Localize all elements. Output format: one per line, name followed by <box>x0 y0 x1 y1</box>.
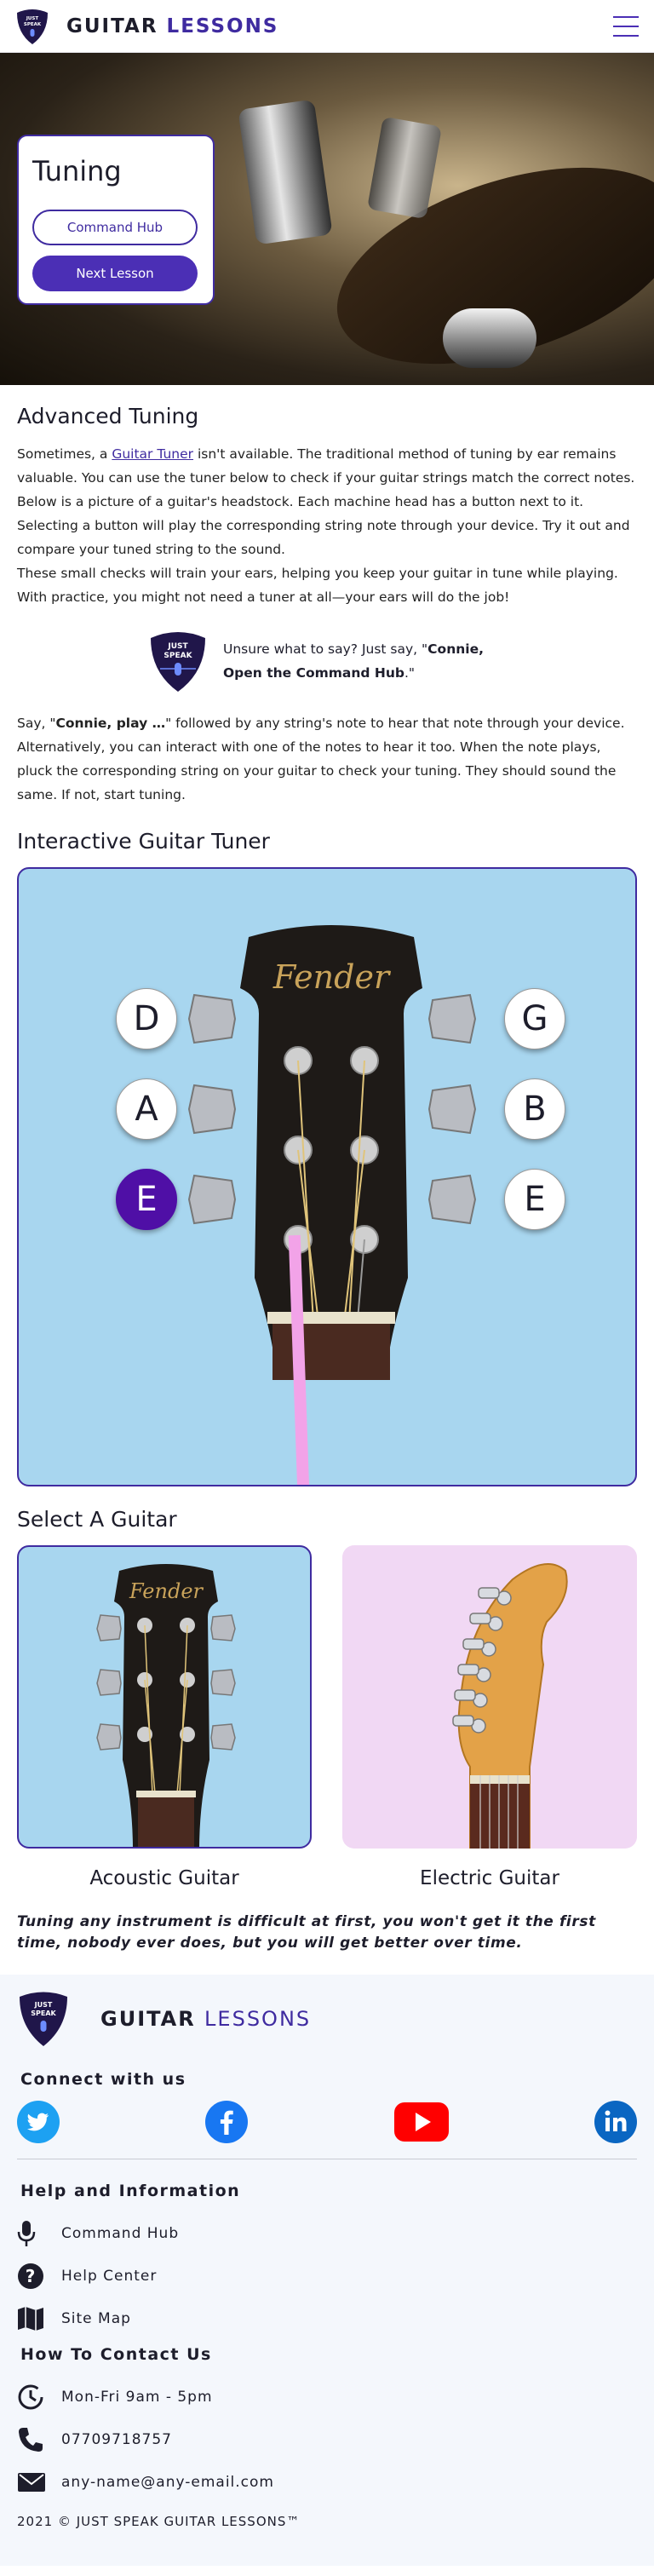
interactive-tuner: Fender D A E G B E <box>17 867 637 1486</box>
svg-text:Fender: Fender <box>129 1579 204 1603</box>
section-heading-advanced-tuning: Advanced Tuning <box>17 404 199 428</box>
voice-tip: JUST SPEAK Unsure what to say? Just say,… <box>148 630 637 693</box>
just-speak-logo-icon: JUST SPEAK <box>20 1992 67 2046</box>
footer-brand-word-1: GUITAR <box>100 2007 196 2031</box>
note-button-high-e[interactable]: E <box>504 1169 565 1230</box>
envelope-icon <box>18 2473 45 2492</box>
electric-guitar-image <box>452 1563 568 1849</box>
footer-brand-name: GUITAR LESSONS <box>100 2007 311 2031</box>
svg-text:JUST: JUST <box>26 16 38 21</box>
microphone-icon <box>17 2221 36 2246</box>
brand-word-1: GUITAR <box>66 14 158 37</box>
just-speak-badge-icon: JUST SPEAK <box>151 632 205 692</box>
say-text-part: Say, " <box>17 716 56 731</box>
intro-text: Sometimes, a <box>17 446 112 462</box>
hero-banner: Tuning Command Hub Next Lesson <box>0 53 654 385</box>
tuning-peg-g-icon <box>427 993 477 1044</box>
connect-heading: Connect with us <box>20 2070 186 2089</box>
page: JUST SPEAK GUITAR LESSONS Tuning Command… <box>0 0 654 2566</box>
svg-text:Fender: Fender <box>272 958 392 996</box>
site-brand[interactable]: GUITAR LESSONS <box>66 15 278 37</box>
tip-text-part: ." <box>404 665 416 681</box>
contact-phone[interactable]: 07709718757 <box>17 2418 637 2461</box>
footer-link-label: Command Hub <box>61 2225 180 2242</box>
next-lesson-button[interactable]: Next Lesson <box>32 256 198 291</box>
acoustic-guitar-image: Fender <box>96 1564 236 1847</box>
tuning-peg-d-icon <box>187 993 237 1044</box>
hero-card: Tuning Command Hub Next Lesson <box>17 135 215 305</box>
tuning-peg-a-icon <box>187 1084 237 1135</box>
main-content: Advanced Tuning Sometimes, a Guitar Tune… <box>0 404 654 1954</box>
intro-paragraph-2: Below is a picture of a guitar's headsto… <box>17 494 630 557</box>
contact-hours: Mon-Fri 9am - 5pm <box>17 2376 637 2418</box>
guitar-selector: Fender Acoustic Guitar Electric Guitar <box>17 1545 637 1889</box>
svg-text:JUST: JUST <box>34 2001 53 2009</box>
section-heading-select-guitar: Select A Guitar <box>17 1507 177 1532</box>
hero-tuning-peg <box>366 116 443 220</box>
motivational-quote: Tuning any instrument is difficult at fi… <box>17 1913 596 1952</box>
voice-tip-text: Unsure what to say? Just say, "Connie, O… <box>223 637 504 685</box>
youtube-icon[interactable] <box>393 2101 449 2143</box>
acoustic-option: Fender Acoustic Guitar <box>17 1545 312 1889</box>
contact-hours-text: Mon-Fri 9am - 5pm <box>61 2389 213 2406</box>
svg-text:JUST: JUST <box>167 642 188 651</box>
just-speak-logo-icon[interactable]: JUST SPEAK <box>15 8 49 45</box>
clock-icon <box>18 2384 43 2410</box>
hero-tuning-peg <box>443 308 536 368</box>
phone-icon <box>19 2428 43 2452</box>
note-button-d[interactable]: D <box>116 988 177 1049</box>
note-button-low-e[interactable]: E <box>116 1169 177 1230</box>
electric-guitar-label: Electric Guitar <box>420 1867 559 1889</box>
site-footer: JUST SPEAK GUITAR LESSONS Connect with u… <box>0 1975 654 2566</box>
hero-tuning-peg <box>238 99 333 245</box>
acoustic-headstock-image: Fender <box>240 925 422 1380</box>
guitar-tuner-link[interactable]: Guitar Tuner <box>112 446 193 462</box>
footer-link-site-map[interactable]: Site Map <box>17 2297 637 2340</box>
intro-paragraph-3: These small checks will train your ears,… <box>17 566 618 605</box>
say-instructions: Say, "Connie, play …" followed by any st… <box>17 711 637 807</box>
note-button-b[interactable]: B <box>504 1078 565 1140</box>
copyright: 2021 © JUST SPEAK GUITAR LESSONS™ <box>17 2514 301 2529</box>
footer-link-label: Help Center <box>61 2268 158 2285</box>
site-header: JUST SPEAK GUITAR LESSONS <box>0 0 654 53</box>
note-button-g[interactable]: G <box>504 988 565 1049</box>
map-icon <box>18 2307 43 2331</box>
electric-guitar-card[interactable] <box>342 1545 637 1849</box>
acoustic-guitar-label: Acoustic Guitar <box>89 1867 239 1889</box>
footer-brand[interactable]: JUST SPEAK GUITAR LESSONS <box>17 1990 637 2048</box>
say-command: Connie, play … <box>55 716 166 731</box>
svg-text:SPEAK: SPEAK <box>31 2010 56 2017</box>
note-button-a[interactable]: A <box>116 1078 177 1140</box>
intro-paragraph: Sometimes, a Guitar Tuner isn't availabl… <box>17 442 637 490</box>
section-heading-tuner: Interactive Guitar Tuner <box>17 829 270 854</box>
contact-phone-text: 07709718757 <box>61 2431 172 2448</box>
electric-option: Electric Guitar <box>342 1545 637 1889</box>
tuning-peg-high-e-icon <box>427 1174 477 1225</box>
facebook-icon[interactable] <box>205 2101 249 2143</box>
brand-word-2: LESSONS <box>166 14 279 37</box>
page-title: Tuning <box>32 155 122 187</box>
hamburger-menu-icon[interactable] <box>613 15 639 37</box>
svg-text:SPEAK: SPEAK <box>24 22 42 27</box>
svg-text:?: ? <box>26 2266 37 2286</box>
command-hub-button[interactable]: Command Hub <box>32 210 198 245</box>
help-heading: Help and Information <box>20 2182 241 2200</box>
contact-email[interactable]: any-name@any-email.com <box>17 2461 637 2504</box>
tip-text-part: Unsure what to say? Just say, " <box>223 641 428 657</box>
footer-link-label: Site Map <box>61 2310 131 2327</box>
question-circle-icon: ? <box>18 2263 43 2289</box>
contact-heading: How To Contact Us <box>20 2345 212 2364</box>
tuning-peg-b-icon <box>427 1084 477 1135</box>
contact-email-text: any-name@any-email.com <box>61 2474 274 2491</box>
twitter-icon[interactable] <box>17 2101 60 2143</box>
tuning-peg-low-e-icon <box>187 1174 237 1225</box>
social-links <box>17 2101 637 2159</box>
acoustic-guitar-card[interactable]: Fender <box>17 1545 312 1849</box>
footer-link-command-hub[interactable]: Command Hub <box>17 2212 637 2255</box>
footer-brand-word-2: LESSONS <box>204 2007 312 2031</box>
linkedin-icon[interactable] <box>594 2101 637 2143</box>
footer-link-help-center[interactable]: ? Help Center <box>17 2255 637 2297</box>
svg-text:SPEAK: SPEAK <box>164 652 192 660</box>
